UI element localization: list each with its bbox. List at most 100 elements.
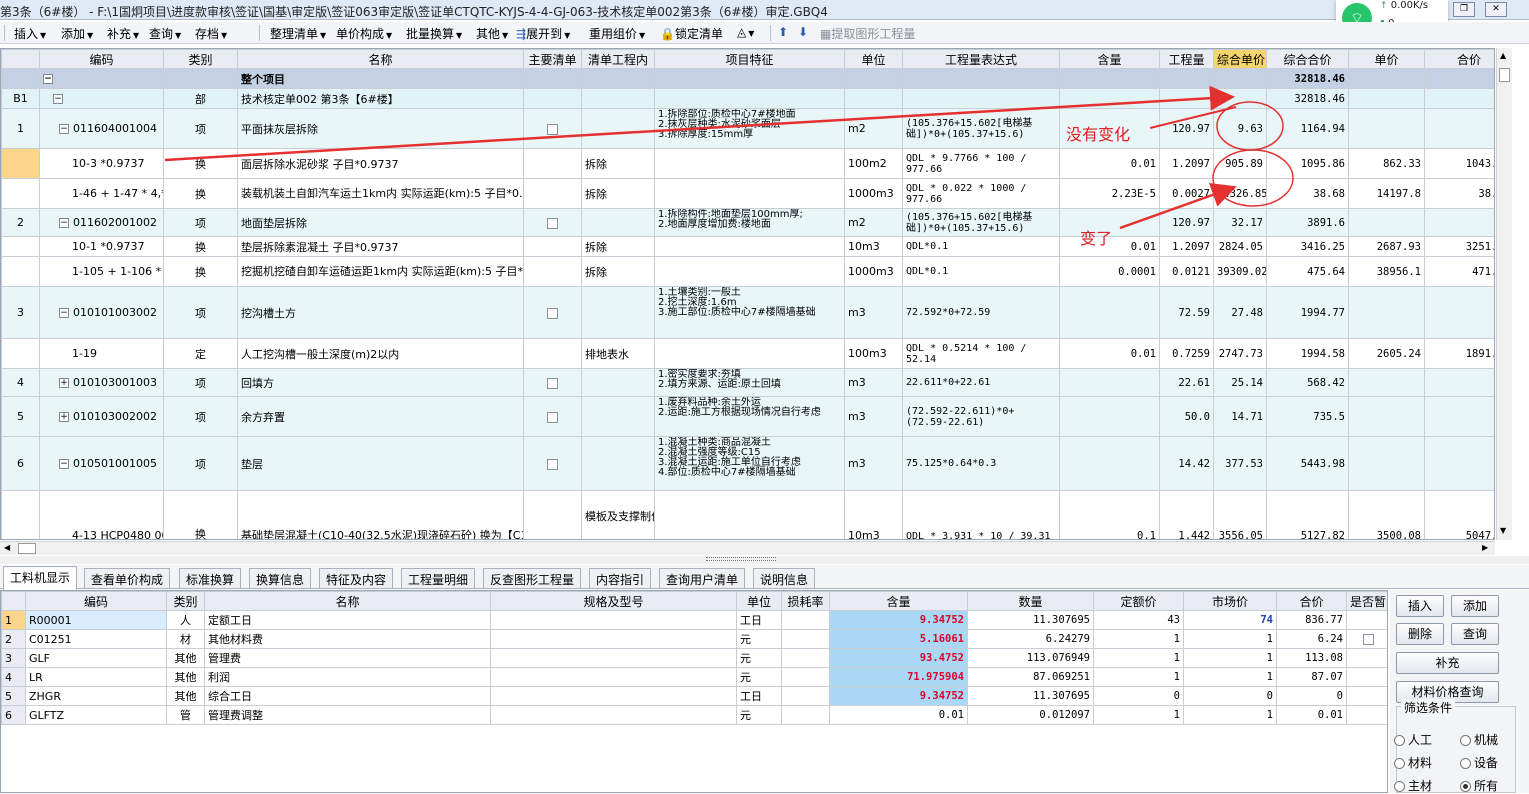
- unit-price-cell[interactable]: 9.63: [1213, 108, 1267, 149]
- main-list-checkbox[interactable]: [547, 307, 558, 319]
- col-header-amount[interactable]: 合价: [1276, 591, 1347, 611]
- unit-price-cell[interactable]: 25.14: [1213, 368, 1267, 397]
- col-header-name[interactable]: 名称: [237, 49, 524, 69]
- amount-cell[interactable]: 87.07: [1276, 667, 1347, 687]
- row-header[interactable]: 5: [1, 686, 26, 706]
- tree-toggle[interactable]: −: [39, 68, 164, 89]
- insert-menu[interactable]: 插入 ▼: [14, 25, 46, 42]
- content-cell[interactable]: 5.16061: [829, 629, 968, 649]
- tab-quantity-detail[interactable]: 工程量明细: [401, 568, 476, 588]
- tab-content-guide[interactable]: 内容指引: [589, 568, 652, 588]
- total-price-cell[interactable]: 1994.77: [1266, 286, 1349, 339]
- scroll-down-icon[interactable]: ▼: [1500, 526, 1506, 535]
- expression-cell[interactable]: (72.592-22.611)*0+(72.59-22.61): [902, 396, 1060, 437]
- col-header-unit-price[interactable]: 综合单价: [1213, 49, 1267, 69]
- type-cell[interactable]: 部: [163, 88, 238, 109]
- tab-standard-convert[interactable]: 标准换算: [179, 568, 242, 588]
- provisional-checkbox[interactable]: [1362, 634, 1374, 645]
- tab-convert-info[interactable]: 换算信息: [249, 568, 312, 588]
- table-row[interactable]: 4 +010103001003 项 回填方 1.密实度要求:夯填 2.填方来源、运…: [1, 368, 1494, 397]
- col-header-quantity[interactable]: 数量: [967, 591, 1094, 611]
- unit-price-cell[interactable]: 14326.85: [1213, 178, 1267, 209]
- quota-price-cell[interactable]: 0: [1093, 686, 1184, 706]
- list-inner-cell[interactable]: 拆除: [581, 236, 655, 257]
- query-menu[interactable]: 查询 ▼: [149, 25, 181, 42]
- price-cell[interactable]: 2687.93: [1348, 236, 1425, 257]
- unit-cell[interactable]: 工日: [736, 610, 782, 630]
- market-price-cell[interactable]: 0: [1183, 686, 1277, 706]
- quantity-cell[interactable]: 0.0121: [1159, 256, 1214, 287]
- name-cell[interactable]: 利润: [204, 667, 491, 687]
- move-up-icon[interactable]: ⬆: [778, 25, 788, 39]
- unit-cell[interactable]: 元: [736, 648, 782, 668]
- row-header[interactable]: 1: [1, 610, 26, 630]
- name-cell[interactable]: 装载机装土自卸汽车运土1km内 实际运距(km):5 子目*0.9737: [237, 178, 524, 209]
- insert-button[interactable]: 插入: [1396, 595, 1444, 617]
- expression-cell[interactable]: QDL * 3.931 * 10 / 39.31: [902, 490, 1060, 539]
- expression-cell[interactable]: QDL * 0.022 * 1000 / 977.66: [902, 178, 1060, 209]
- amount-cell[interactable]: 5047.12: [1424, 490, 1494, 539]
- name-cell[interactable]: 地面垫层拆除: [237, 208, 524, 237]
- quantity-cell[interactable]: 22.61: [1159, 368, 1214, 397]
- quantity-cell[interactable]: 120.97: [1159, 108, 1214, 149]
- row-header[interactable]: [1, 236, 40, 257]
- unit-cell[interactable]: 工日: [736, 686, 782, 706]
- scroll-left-icon[interactable]: ◀: [4, 543, 10, 552]
- col-header-market-price[interactable]: 市场价: [1183, 591, 1277, 611]
- unit-price-cell[interactable]: 3556.05: [1213, 490, 1267, 539]
- type-cell[interactable]: 项: [163, 108, 238, 149]
- code-cell[interactable]: ZHGR: [25, 686, 167, 706]
- content-cell[interactable]: 0.01: [1059, 338, 1160, 369]
- content-cell[interactable]: 2.23E-5: [1059, 178, 1160, 209]
- name-cell[interactable]: 管理费调整: [204, 705, 491, 725]
- total-price-cell[interactable]: 1095.86: [1266, 148, 1349, 179]
- unit-cell[interactable]: 100m2: [844, 148, 903, 179]
- tab-labor-material[interactable]: 工料机显示: [3, 566, 78, 590]
- row-header[interactable]: 5: [1, 396, 40, 437]
- filter-machine-radio[interactable]: 机械: [1460, 731, 1498, 748]
- expression-cell[interactable]: (105.376+15.602[电梯基础])*0+(105.37+15.6): [902, 108, 1060, 149]
- unit-price-cell[interactable]: 905.89: [1213, 148, 1267, 179]
- collapse-icon[interactable]: −: [59, 459, 69, 469]
- col-header-content[interactable]: 含量: [829, 591, 968, 611]
- quota-price-cell[interactable]: 43: [1093, 610, 1184, 630]
- unit-cell[interactable]: m3: [844, 396, 903, 437]
- total-price-cell[interactable]: 1164.94: [1266, 108, 1349, 149]
- collapse-icon[interactable]: −: [59, 308, 69, 318]
- quantity-cell[interactable]: 14.42: [1159, 436, 1214, 491]
- row-header[interactable]: 2: [1, 208, 40, 237]
- content-cell[interactable]: 71.975904: [829, 667, 968, 687]
- feature-cell[interactable]: 1.废弃料品种:余土外运 2.运距:施工方根据现场情况自行考虑: [654, 396, 845, 437]
- table-row[interactable]: 10-3 *0.9737 换 面层拆除水泥砂浆 子目*0.9737 拆除 100…: [1, 148, 1494, 179]
- name-cell[interactable]: 综合工日: [204, 686, 491, 706]
- unit-cell[interactable]: m3: [844, 286, 903, 339]
- amount-cell[interactable]: 1891.14: [1424, 338, 1494, 369]
- row-header[interactable]: 4: [1, 368, 40, 397]
- table-row[interactable]: 4 LR 其他 利润 元 71.975904 87.069251 1 1 87.…: [1, 667, 1387, 687]
- panel-splitter[interactable]: [0, 556, 1529, 564]
- unit-cell[interactable]: m2: [844, 108, 903, 149]
- code-cell[interactable]: GLFTZ: [25, 705, 167, 725]
- extract-quantity-button[interactable]: ▦提取图形工程量: [820, 25, 915, 42]
- amount-cell[interactable]: 0.01: [1276, 705, 1347, 725]
- amount-cell[interactable]: 38.33: [1424, 178, 1494, 209]
- move-down-icon[interactable]: ⬇: [798, 25, 808, 39]
- name-cell[interactable]: 回填方: [237, 368, 524, 397]
- quota-price-cell[interactable]: 1: [1093, 648, 1184, 668]
- add-button[interactable]: 添加: [1451, 595, 1499, 617]
- quota-price-cell[interactable]: 1: [1093, 705, 1184, 725]
- type-cell[interactable]: 项: [163, 208, 238, 237]
- table-row[interactable]: 5 +010103002002 项 余方弃置 1.废弃料品种:余土外运 2.运距:…: [1, 396, 1494, 437]
- supplement-menu[interactable]: 补充 ▼: [107, 25, 139, 42]
- tab-user-list[interactable]: 查询用户清单: [659, 568, 746, 588]
- main-list-checkbox[interactable]: [547, 377, 558, 389]
- type-cell[interactable]: 项: [163, 368, 238, 397]
- quantity-cell[interactable]: 113.076949: [967, 648, 1094, 668]
- add-menu[interactable]: 添加 ▼: [61, 25, 93, 42]
- content-cell[interactable]: 9.34752: [829, 610, 968, 630]
- list-inner-cell[interactable]: 拆除: [581, 256, 655, 287]
- type-cell[interactable]: 其他: [166, 686, 205, 706]
- total-price-cell[interactable]: 38.68: [1266, 178, 1349, 209]
- scroll-up-icon[interactable]: ▲: [1500, 51, 1506, 60]
- code-cell[interactable]: GLF: [25, 648, 167, 668]
